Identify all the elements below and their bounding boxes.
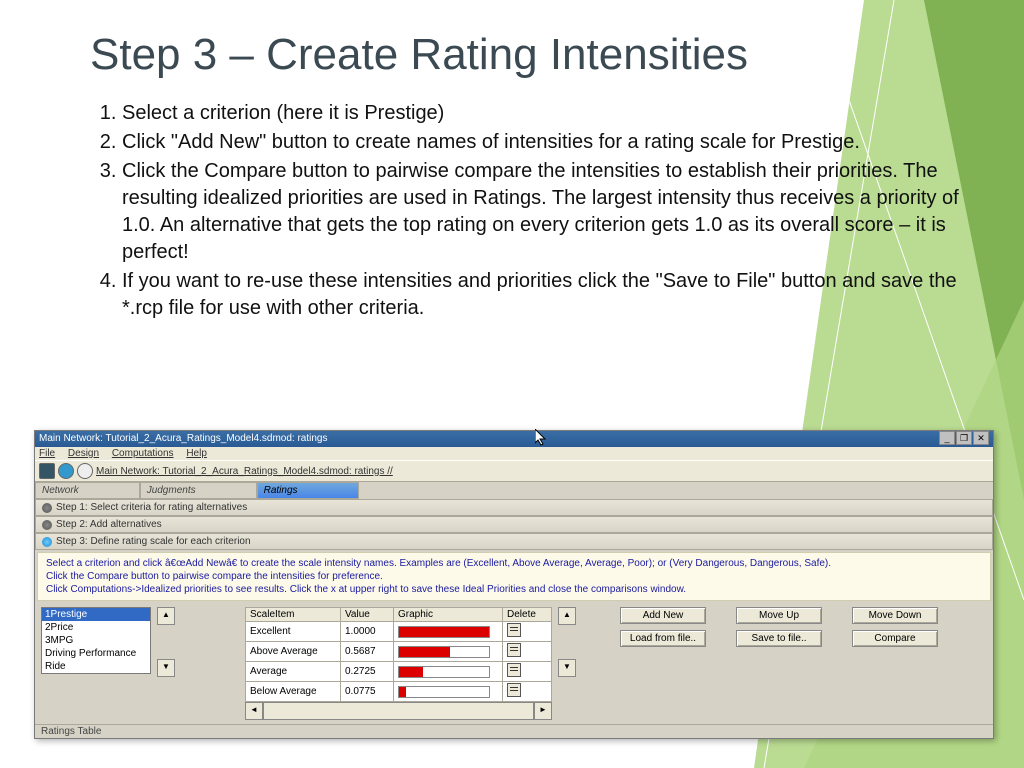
scroll-up-icon[interactable]: ▲ [157,607,175,625]
table-row[interactable]: Average0.2725 [246,662,552,682]
toolbar-icon-1[interactable] [39,463,55,479]
scroll-left-icon[interactable]: ◄ [245,702,263,720]
titlebar: Main Network: Tutorial_2_Acura_Ratings_M… [35,431,993,447]
status-bar: Ratings Table [35,724,993,738]
move-down-button[interactable]: Move Down [852,607,938,624]
move-up-button[interactable]: Move Up [736,607,822,624]
minimize-button[interactable]: _ [939,431,955,445]
bar-graphic [398,646,490,658]
back-icon[interactable] [58,463,74,479]
bullet-1: Select a criterion (here it is Prestige) [122,100,964,127]
criterion-ride[interactable]: Ride [42,660,150,673]
tab-ratings[interactable]: Ratings [257,482,359,499]
col-graphic: Graphic [394,608,503,622]
table-row[interactable]: Excellent1.0000 [246,622,552,642]
bar-graphic [398,626,490,638]
scale-table: ScaleItem Value Graphic Delete Excellent… [245,607,552,702]
slide-title: Step 3 – Create Rating Intensities [90,30,964,80]
breadcrumb-path[interactable]: Main Network: Tutorial_2_Acura_Ratings_M… [96,466,393,477]
compare-button[interactable]: Compare [852,630,938,647]
bullet-4: If you want to re-use these intensities … [122,268,964,322]
step2-row[interactable]: Step 2: Add alternatives [35,516,993,533]
menu-file[interactable]: File [39,448,55,459]
instruction-panel: Select a criterion and click â€œAdd Newâ… [37,552,991,601]
load-from-file-button[interactable]: Load from file.. [620,630,706,647]
table-row[interactable]: Below Average0.0775 [246,682,552,702]
criteria-list[interactable]: 1Prestige 2Price 3MPG Driving Performanc… [41,607,151,674]
toolbar: Main Network: Tutorial_2_Acura_Ratings_M… [35,460,993,482]
delete-icon[interactable] [507,683,521,697]
save-to-file-button[interactable]: Save to file.. [736,630,822,647]
criterion-mpg[interactable]: 3MPG [42,634,150,647]
menu-computations[interactable]: Computations [112,448,174,459]
scroll-down-icon[interactable]: ▼ [558,659,576,677]
close-button[interactable]: ✕ [973,431,989,445]
home-icon[interactable] [77,463,93,479]
bar-graphic [398,666,490,678]
col-delete: Delete [503,608,552,622]
delete-icon[interactable] [507,623,521,637]
cursor-icon [535,429,549,447]
add-new-button[interactable]: Add New [620,607,706,624]
bullet-3: Click the Compare button to pairwise com… [122,158,964,266]
table-row[interactable]: Above Average0.5687 [246,642,552,662]
scroll-down-icon[interactable]: ▼ [157,659,175,677]
bullet-2: Click "Add New" button to create names o… [122,129,964,156]
step-bullet-icon [42,503,52,513]
main-tabs: Network Judgments Ratings [35,482,993,499]
table-hscroll[interactable]: ◄► [245,702,552,720]
criterion-price[interactable]: 2Price [42,621,150,634]
step-bullet-icon [42,520,52,530]
window-title: Main Network: Tutorial_2_Acura_Ratings_M… [39,431,327,447]
bar-graphic [398,686,490,698]
menubar: File Design Computations Help [35,447,993,460]
menu-help[interactable]: Help [186,448,207,459]
col-scaleitem: ScaleItem [246,608,341,622]
step3-row[interactable]: Step 3: Define rating scale for each cri… [35,533,993,550]
table-scrollbar[interactable]: ▲▼ [558,607,574,677]
instruction-list: Select a criterion (here it is Prestige)… [90,100,964,322]
col-value: Value [341,608,394,622]
step-bullet-icon [42,537,52,547]
criteria-scrollbar[interactable]: ▲▼ [157,607,173,677]
step1-row[interactable]: Step 1: Select criteria for rating alter… [35,499,993,516]
delete-icon[interactable] [507,663,521,677]
app-window: Main Network: Tutorial_2_Acura_Ratings_M… [34,430,994,739]
maximize-button[interactable]: ❐ [956,431,972,445]
criterion-driving[interactable]: Driving Performance [42,647,150,660]
work-area: 1Prestige 2Price 3MPG Driving Performanc… [35,603,993,724]
criterion-prestige[interactable]: 1Prestige [42,608,150,621]
scroll-up-icon[interactable]: ▲ [558,607,576,625]
scroll-right-icon[interactable]: ► [534,702,552,720]
delete-icon[interactable] [507,643,521,657]
tab-judgments[interactable]: Judgments [140,482,257,499]
tab-network[interactable]: Network [35,482,140,499]
menu-design[interactable]: Design [68,448,99,459]
